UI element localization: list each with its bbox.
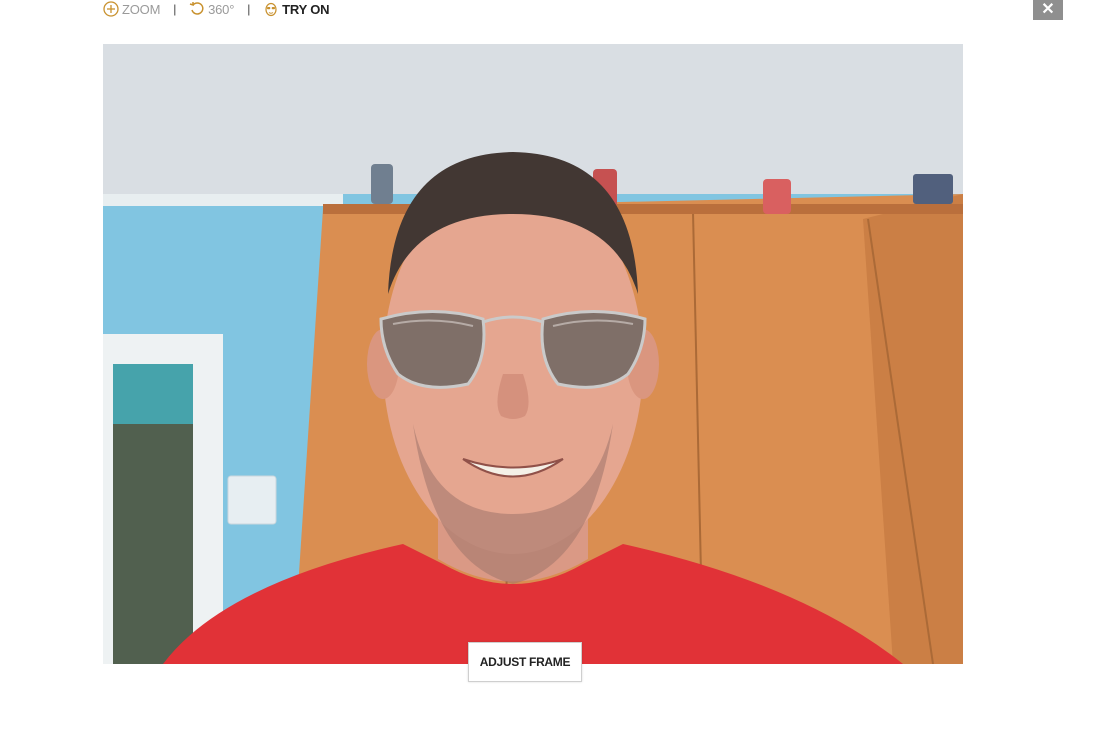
rotate-360-button[interactable]: 360° xyxy=(189,1,234,17)
rotate-icon xyxy=(189,1,205,17)
zoom-button[interactable]: ZOOM xyxy=(103,1,160,17)
close-icon: ✕ xyxy=(1041,1,1055,18)
rotate-label: 360° xyxy=(208,1,235,17)
camera-view[interactable] xyxy=(103,44,963,664)
close-button[interactable]: ✕ xyxy=(1033,0,1063,20)
webcam-image xyxy=(103,44,963,664)
zoom-label: ZOOM xyxy=(122,1,161,17)
toolbar-separator: | xyxy=(247,2,251,16)
adjust-frame-button[interactable]: ADJUST FRAME xyxy=(468,642,582,682)
plus-circle-icon xyxy=(103,1,119,17)
face-icon xyxy=(263,1,279,17)
try-on-label: TRY ON xyxy=(282,1,330,17)
toolbar-separator: | xyxy=(173,2,177,16)
viewer-toolbar: ZOOM | 360° | TRY ON xyxy=(103,0,330,18)
try-on-button[interactable]: TRY ON xyxy=(263,1,330,17)
